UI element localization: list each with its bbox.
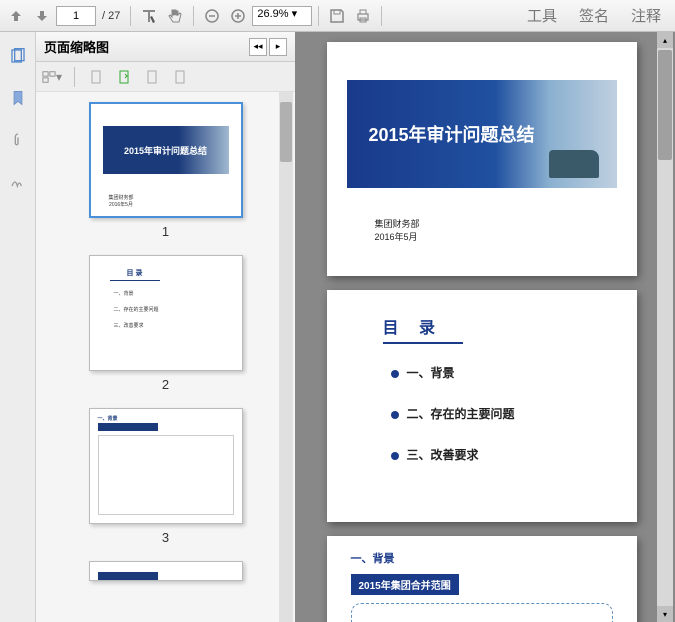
thumb-next-button[interactable]: ▸ [269, 38, 287, 56]
zoom-in-button[interactable] [226, 4, 250, 28]
thumb-toc-item: 一、背景 [114, 290, 134, 297]
nav-down-button[interactable] [30, 4, 54, 28]
thumbnail-number: 3 [36, 530, 295, 545]
thumbnail-scrollbar[interactable] [279, 92, 293, 622]
thumb-slide-title: 2015年审计问题总结 [124, 144, 207, 157]
thumbnail-image[interactable]: 2015年审计问题总结 集团财务部2016年5月 [89, 102, 243, 218]
main-area: 页面缩略图 ◂◂ ▸ ▾ 2015年审计问题总结 集团财务部2016年5月 1 [0, 32, 675, 622]
side-icon-strip [0, 32, 36, 622]
document-page: 目 录 一、背景 二、存在的主要问题 三、改善要求 [327, 290, 637, 522]
thumbnail-toolbar: ▾ [36, 62, 295, 92]
thumbnail-item[interactable]: 2015年审计问题总结 集团财务部2016年5月 1 [36, 102, 295, 239]
thumb-slide-footer: 集团财务部2016年5月 [109, 194, 134, 208]
content-box [351, 603, 613, 622]
thumb-new-icon[interactable] [87, 67, 107, 87]
text-select-tool[interactable] [137, 4, 161, 28]
thumb-extract-icon[interactable] [171, 67, 191, 87]
toc-item: 三、改善要求 [391, 446, 601, 463]
section-bar: 2015年集团合并范围 [351, 574, 459, 595]
scroll-down-button[interactable]: ▾ [657, 606, 673, 622]
nav-up-button[interactable] [4, 4, 28, 28]
tools-menu[interactable]: 工具 [527, 5, 557, 26]
thumb-delete-icon[interactable] [143, 67, 163, 87]
thumb-prev-button[interactable]: ◂◂ [249, 38, 267, 56]
thumbnail-number: 2 [36, 377, 295, 392]
page-total-label: / 27 [102, 10, 120, 22]
thumbnail-header: 页面缩略图 ◂◂ ▸ [36, 32, 295, 62]
toc-title: 目 录 [383, 314, 463, 344]
document-scrollbar[interactable]: ▴ ▾ [657, 32, 673, 622]
date-label: 2016年5月 [375, 231, 420, 244]
thumbnail-item[interactable] [36, 561, 295, 581]
document-page: 2015年审计问题总结 集团财务部 2016年5月 [327, 42, 637, 276]
thumb-toc-title: 目 录 [110, 268, 160, 281]
print-button[interactable] [351, 4, 375, 28]
slide-banner: 2015年审计问题总结 [347, 80, 617, 188]
page-number-input[interactable] [56, 6, 96, 26]
save-button[interactable] [325, 4, 349, 28]
zoom-select[interactable]: 26.9% ▾ [252, 6, 312, 26]
thumb-slide-head: 一、背景 [98, 415, 118, 422]
thumbnail-image[interactable]: 一、背景 [89, 408, 243, 524]
thumbnail-number: 1 [36, 224, 295, 239]
section-head: 一、背景 [351, 550, 613, 566]
zoom-out-button[interactable] [200, 4, 224, 28]
comment-menu[interactable]: 注释 [631, 5, 661, 26]
hand-tool[interactable] [163, 4, 187, 28]
thumbnail-title: 页面缩略图 [44, 37, 247, 56]
thumbnail-list: 2015年审计问题总结 集团财务部2016年5月 1 目 录 一、背景 二、存在… [36, 92, 295, 622]
car-image [549, 150, 599, 178]
thumbnail-item[interactable]: 一、背景 3 [36, 408, 295, 545]
document-page: 一、背景 2015年集团合并范围 [327, 536, 637, 622]
thumb-toc-item: 二、存在的主要问题 [114, 306, 159, 313]
signature-icon[interactable] [6, 170, 30, 194]
slide-footer: 集团财务部 2016年5月 [375, 218, 420, 243]
slide-title: 2015年审计问题总结 [369, 121, 535, 147]
thumb-toc-item: 三、改善要求 [114, 322, 144, 329]
thumb-rotate-icon[interactable] [115, 67, 135, 87]
toc-item: 一、背景 [391, 364, 601, 381]
thumbnails-icon[interactable] [6, 44, 30, 68]
main-toolbar: / 27 26.9% ▾ 工具 签名 注释 [0, 0, 675, 32]
sign-menu[interactable]: 签名 [579, 5, 609, 26]
thumbnail-item[interactable]: 目 录 一、背景 二、存在的主要问题 三、改善要求 2 [36, 255, 295, 392]
document-view[interactable]: 2015年审计问题总结 集团财务部 2016年5月 目 录 一、背景 二、存在的… [298, 32, 675, 622]
bookmark-icon[interactable] [6, 86, 30, 110]
thumbnail-image[interactable] [89, 561, 243, 581]
scroll-up-button[interactable]: ▴ [657, 32, 673, 48]
thumbnail-panel: 页面缩略图 ◂◂ ▸ ▾ 2015年审计问题总结 集团财务部2016年5月 1 [36, 32, 298, 622]
dept-label: 集团财务部 [375, 218, 420, 231]
thumb-options-icon[interactable]: ▾ [42, 67, 62, 87]
scroll-thumb[interactable] [658, 50, 672, 160]
thumbnail-image[interactable]: 目 录 一、背景 二、存在的主要问题 三、改善要求 [89, 255, 243, 371]
toc-item: 二、存在的主要问题 [391, 405, 601, 422]
attachment-icon[interactable] [6, 128, 30, 152]
